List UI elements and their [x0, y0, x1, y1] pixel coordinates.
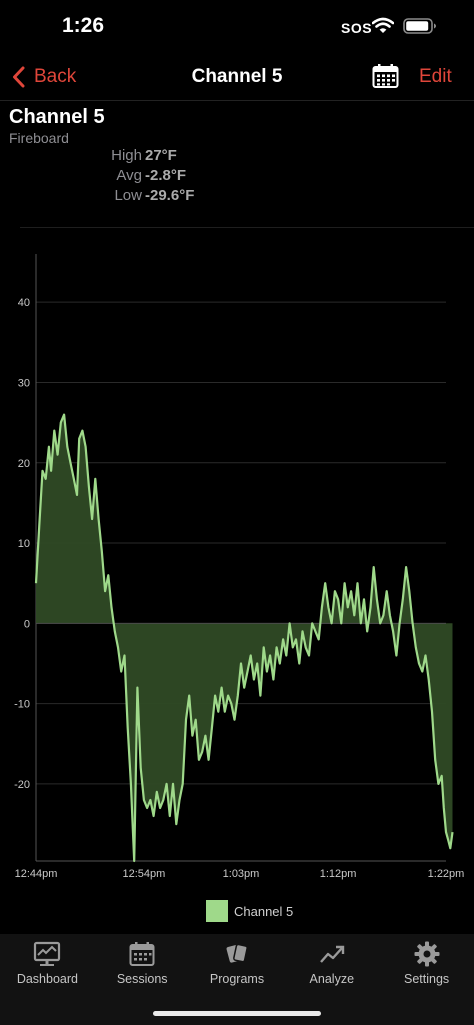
status-time: 1:26: [62, 14, 105, 37]
battery-icon: [403, 18, 436, 34]
calendar-icon: [129, 942, 155, 966]
stat-value: -29.6°F: [145, 187, 195, 204]
edit-button[interactable]: Edit: [419, 66, 452, 88]
home-indicator: [153, 1011, 321, 1016]
stat-label: Avg: [116, 167, 142, 184]
back-button[interactable]: Back: [12, 62, 76, 92]
stat-label: Low: [114, 187, 142, 204]
legend-label: Channel 5: [234, 903, 294, 919]
tab-settings[interactable]: Settings: [379, 934, 474, 1004]
y-tick-label: 10: [18, 538, 30, 550]
tab-label: Settings: [404, 972, 450, 986]
channel-subtitle: Fireboard: [9, 130, 69, 146]
tab-sessions[interactable]: Sessions: [95, 934, 190, 1004]
status-carrier: SOS: [341, 20, 373, 36]
gear-icon: [414, 941, 440, 967]
tab-label: Programs: [209, 972, 265, 986]
tab-label: Sessions: [116, 972, 168, 986]
tab-label: Dashboard: [16, 972, 78, 986]
channel-title: Channel 5: [9, 106, 105, 128]
programs-icon: [226, 943, 248, 963]
y-tick-label: 40: [18, 297, 30, 309]
tab-programs[interactable]: Programs: [190, 934, 285, 1004]
tab-dashboard[interactable]: Dashboard: [0, 934, 95, 1004]
y-tick-label: 0: [24, 618, 30, 630]
y-tick-label: -20: [14, 779, 30, 791]
stat-label: High: [111, 147, 142, 164]
wifi-icon: [372, 17, 394, 33]
x-tick-label: 12:54pm: [122, 868, 165, 880]
calendar-icon[interactable]: [372, 63, 399, 89]
chevron-left-icon: [13, 66, 25, 88]
x-tick-label: 12:44pm: [15, 868, 58, 880]
series-area: [36, 414, 453, 861]
y-tick-label: 30: [18, 377, 30, 389]
tab-label: Analyze: [309, 972, 355, 986]
nav-divider: [0, 100, 474, 101]
y-tick-label: 20: [18, 458, 30, 470]
tab-analyze[interactable]: Analyze: [284, 934, 379, 1004]
temperature-chart[interactable]: 40 30 20 10 0 -10 -20 12:44pm 12:54pm 1:03pm 1:12p…: [0, 240, 474, 890]
x-tick-label: 1:22pm: [428, 868, 465, 880]
stat-value: 27°F: [145, 147, 177, 164]
chart-legend: Channel 5: [206, 900, 293, 922]
back-label: Back: [34, 66, 77, 87]
x-tick-label: 1:12pm: [320, 868, 357, 880]
analyze-icon: [319, 945, 344, 963]
y-tick-label: -10: [14, 699, 30, 711]
stats-divider: [20, 227, 474, 228]
stat-value: -2.8°F: [145, 167, 187, 184]
x-tick-label: 1:03pm: [223, 868, 260, 880]
dashboard-icon: [34, 941, 61, 966]
legend-swatch: [206, 900, 228, 922]
